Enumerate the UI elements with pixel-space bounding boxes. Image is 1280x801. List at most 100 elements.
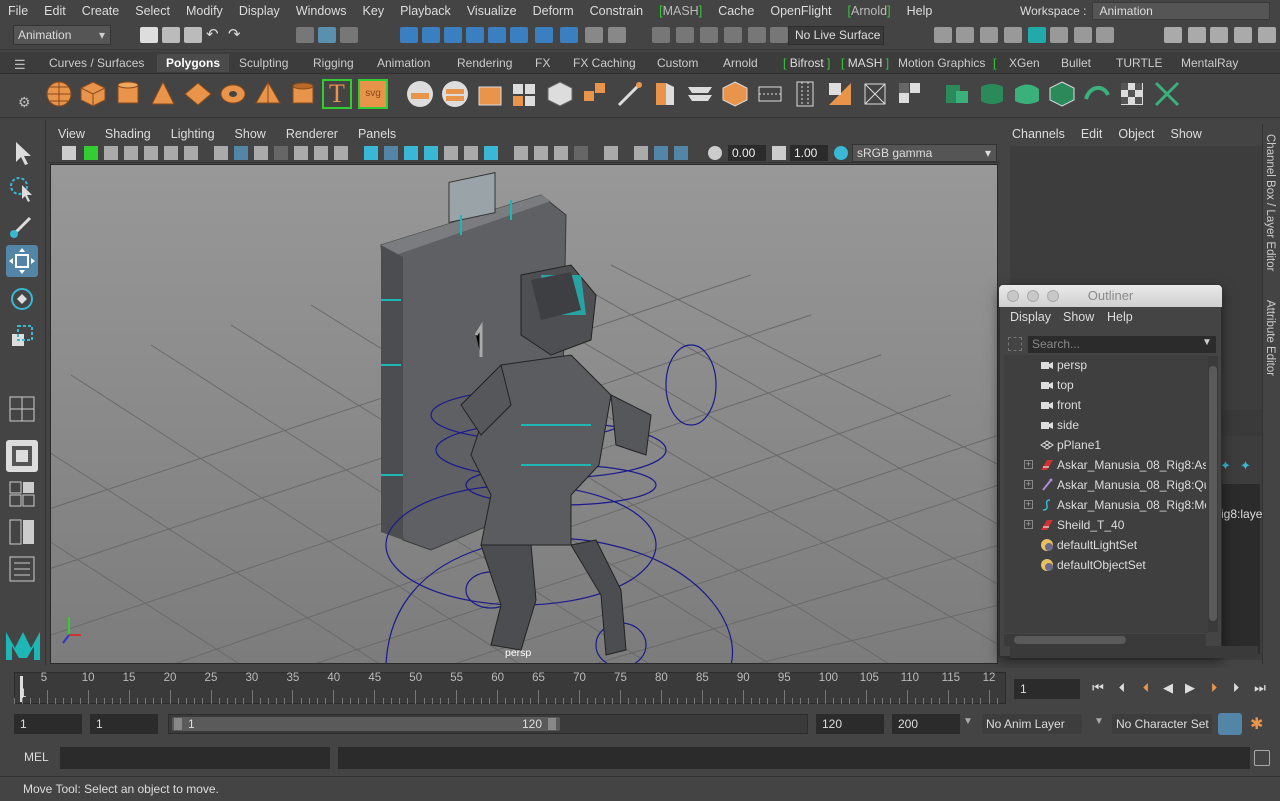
menu-create[interactable]: Create xyxy=(74,4,128,18)
bridge-icon[interactable] xyxy=(685,79,715,109)
shelf-tab-fx[interactable]: FX xyxy=(526,54,559,72)
menu-arnold[interactable]: [Arnold] xyxy=(840,4,899,18)
select-object-icon[interactable] xyxy=(318,27,336,43)
hypershade-icon[interactable] xyxy=(1028,27,1046,43)
horizontal-scroll-thumb[interactable] xyxy=(1014,636,1126,644)
viewport-menu-view[interactable]: View xyxy=(48,127,95,141)
menu-cache[interactable]: Cache xyxy=(710,4,762,18)
snap-grid-icon[interactable] xyxy=(400,27,418,43)
playback-end-field[interactable]: 120 xyxy=(816,714,884,734)
snap-plane-icon[interactable] xyxy=(466,27,484,43)
anim-layer-dropdown-icon[interactable]: ▼ xyxy=(963,716,973,727)
poly-plane-icon[interactable] xyxy=(183,79,213,109)
poly-sphere-icon[interactable] xyxy=(44,79,74,109)
shelf-tab-custom[interactable]: Custom xyxy=(648,54,707,72)
shelf-tab-animation[interactable]: Animation xyxy=(368,54,439,72)
step-forward-key-icon[interactable]: ⏵ xyxy=(1228,680,1244,696)
grid-toggle-icon[interactable] xyxy=(144,146,158,160)
poly-cylinder-icon[interactable] xyxy=(113,79,143,109)
menu-set-dropdown[interactable]: Animation xyxy=(13,25,111,45)
open-scene-icon[interactable] xyxy=(162,27,180,43)
shelf-menu-icon[interactable]: ☰ xyxy=(14,57,26,73)
range-slider-handle[interactable] xyxy=(172,717,560,731)
viewport-menu-shading[interactable]: Shading xyxy=(95,127,161,141)
menu-deform[interactable]: Deform xyxy=(525,4,582,18)
character-set-dropdown[interactable]: No Character Set xyxy=(1112,714,1212,734)
uv-cut-sew-icon[interactable] xyxy=(1152,79,1182,109)
lasso-select-icon[interactable] xyxy=(6,173,38,205)
go-to-end-icon[interactable]: ⏭ xyxy=(1252,680,1268,696)
render-settings-icon[interactable] xyxy=(1004,27,1022,43)
menu-visualize[interactable]: Visualize xyxy=(459,4,525,18)
image-plane-icon[interactable] xyxy=(124,146,138,160)
filter-icon[interactable] xyxy=(1008,337,1022,351)
menu-file[interactable]: File xyxy=(0,4,36,18)
texture-icon[interactable] xyxy=(534,146,548,160)
mirror-icon[interactable] xyxy=(545,79,575,109)
workspace-dropdown[interactable]: Animation xyxy=(1092,2,1271,20)
expand-icon[interactable]: + xyxy=(1024,460,1033,469)
outliner-row-sheild[interactable]: + Sheild_T_40 xyxy=(1004,515,1206,535)
textured-icon[interactable] xyxy=(274,146,288,160)
uv-unfold-icon[interactable] xyxy=(1082,79,1112,109)
light-editor-icon[interactable] xyxy=(1074,27,1092,43)
outliner-row-askar-ask[interactable]: + Askar_Manusia_08_Rig8:Ask xyxy=(1004,455,1206,475)
reflect-icon[interactable] xyxy=(748,27,766,43)
go-to-start-icon[interactable]: ⏮ xyxy=(1090,680,1106,696)
channel-box-scrollbar[interactable] xyxy=(1010,646,1258,658)
help-query-icon[interactable] xyxy=(560,27,578,43)
shelf-tab-rendering[interactable]: Rendering xyxy=(448,54,521,72)
uv-spherical-icon[interactable] xyxy=(1012,79,1042,109)
shelf-tab-rigging[interactable]: Rigging xyxy=(304,54,363,72)
gamma-field[interactable]: 1.00 xyxy=(790,145,828,161)
command-input[interactable] xyxy=(60,747,330,769)
expand-icon[interactable]: + xyxy=(1024,500,1033,509)
tool-settings-icon[interactable] xyxy=(1234,27,1252,43)
scene-start-field[interactable]: 1 xyxy=(14,714,82,734)
gate-mask-icon[interactable] xyxy=(674,146,688,160)
boolean-icon[interactable] xyxy=(510,79,540,109)
insert-edge-loop-icon[interactable] xyxy=(755,79,785,109)
animation-preferences-icon[interactable]: ✱ xyxy=(1250,714,1263,734)
magnet-icon[interactable] xyxy=(724,27,742,43)
wireframe-icon[interactable] xyxy=(214,146,228,160)
paint-select-icon[interactable] xyxy=(6,210,38,242)
collapse-icon[interactable] xyxy=(895,79,925,109)
gamma-icon[interactable] xyxy=(772,146,786,160)
outliner-row-top[interactable]: top xyxy=(1004,375,1206,395)
attribute-editor-toggle-icon[interactable] xyxy=(1210,27,1228,43)
lasso-icon[interactable] xyxy=(652,27,670,43)
auto-key-icon[interactable] xyxy=(1218,713,1242,735)
viewport-menu-show[interactable]: Show xyxy=(225,127,276,141)
fill-hole-icon[interactable] xyxy=(720,79,750,109)
redo-icon[interactable]: ↷ xyxy=(228,27,246,43)
select-hierarchy-icon[interactable] xyxy=(296,27,314,43)
scale-tool-icon[interactable] xyxy=(6,320,38,352)
channel-box-menu-show[interactable]: Show xyxy=(1163,127,1210,141)
outliner-vertical-scrollbar[interactable] xyxy=(1208,356,1218,632)
outliner-menu-display[interactable]: Display xyxy=(1010,310,1051,324)
shelf-settings-gear-icon[interactable]: ⚙ xyxy=(18,94,31,111)
field-chart-icon[interactable] xyxy=(604,146,618,160)
live-surface-field[interactable]: No Live Surface xyxy=(788,26,884,45)
menu-key[interactable]: Key xyxy=(355,4,393,18)
ambient-occlusion-icon[interactable] xyxy=(334,146,348,160)
rotate-tool-icon[interactable] xyxy=(6,283,38,315)
extrude-icon[interactable] xyxy=(580,79,610,109)
separate-icon[interactable] xyxy=(440,79,470,109)
shelf-tab-curves-surfaces[interactable]: Curves / Surfaces xyxy=(40,54,153,72)
screen-space-ao-icon[interactable] xyxy=(444,146,458,160)
arnold-render-icon[interactable] xyxy=(1096,27,1114,43)
uv-cylindrical-icon[interactable] xyxy=(977,79,1007,109)
lock-icon[interactable] xyxy=(585,27,603,43)
shelf-tab-arnold[interactable]: Arnold xyxy=(714,54,767,72)
combine-icon[interactable] xyxy=(405,79,435,109)
new-layer-selected-icon[interactable]: ✦ xyxy=(1240,458,1251,474)
two-pane-layout-icon[interactable] xyxy=(6,516,38,548)
target-weld-icon[interactable] xyxy=(825,79,855,109)
outliner-row-askar-mo[interactable]: + Askar_Manusia_08_Rig8:Mo xyxy=(1004,495,1206,515)
live-icon[interactable] xyxy=(770,27,788,43)
range-end-grip-icon[interactable] xyxy=(548,718,556,730)
uv-checker-icon[interactable] xyxy=(1117,79,1147,109)
history-icon[interactable] xyxy=(676,27,694,43)
